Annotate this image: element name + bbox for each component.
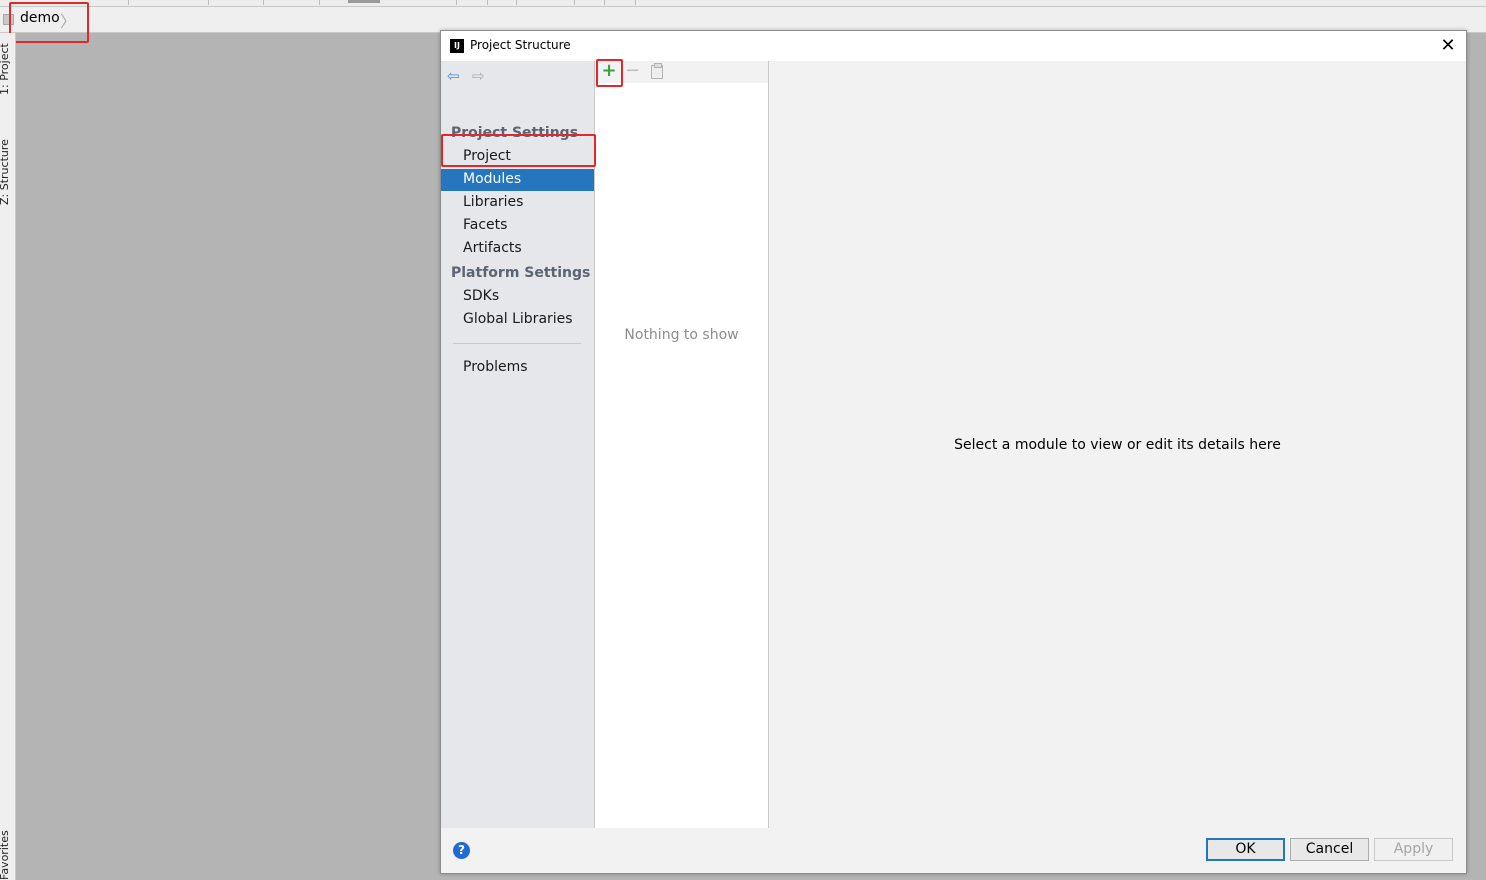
sidebar-item-libraries[interactable]: Libraries [441, 192, 594, 214]
cancel-button[interactable]: Cancel [1290, 838, 1369, 861]
toolbar-separator [604, 0, 605, 5]
copy-icon[interactable] [651, 63, 663, 79]
toolbar-separator [319, 0, 320, 5]
module-list-toolbar: + − [595, 61, 768, 83]
arrow-left-icon[interactable]: ⇦ [447, 67, 460, 85]
toolbar-separator [635, 0, 636, 5]
dialog-title: Project Structure [470, 38, 571, 52]
platform-settings-header: Platform Settings [451, 265, 591, 281]
top-toolbar [0, 0, 1486, 7]
toolbar-separator [487, 0, 488, 5]
chevron-right-icon: 〉 [60, 12, 77, 31]
folder-icon [3, 14, 14, 25]
sidebar-divider [453, 343, 581, 344]
remove-icon[interactable]: − [625, 62, 640, 80]
breadcrumb-demo[interactable]: demo [20, 10, 60, 26]
ok-button[interactable]: OK [1206, 838, 1285, 861]
sidebar-item-artifacts[interactable]: Artifacts [441, 238, 594, 260]
project-tool-tab[interactable]: 1: Project [0, 43, 11, 95]
arrow-right-icon[interactable]: ⇨ [472, 67, 485, 85]
sidebar-item-problems[interactable]: Problems [441, 357, 594, 379]
apply-button[interactable]: Apply [1374, 838, 1453, 861]
detail-placeholder-text: Select a module to view or edit its deta… [954, 437, 1281, 453]
empty-list-text: Nothing to show [624, 327, 739, 343]
toolbar-tab[interactable] [348, 0, 380, 3]
dialog-titlebar: IJ Project Structure ✕ [441, 31, 1466, 61]
sidebar-item-sdks[interactable]: SDKs [441, 286, 594, 308]
sidebar-item-global-libraries[interactable]: Global Libraries [441, 309, 594, 331]
sidebar-item-project[interactable]: Project [441, 146, 594, 168]
add-icon[interactable]: + [601, 62, 617, 80]
module-list-panel: + − Nothing to show [595, 61, 769, 828]
close-button[interactable]: ✕ [1438, 36, 1458, 56]
toolbar-separator [208, 0, 209, 5]
toolbar-separator [456, 0, 457, 5]
toolbar-separator [574, 0, 575, 5]
favorites-tool-tab[interactable]: Favorites [0, 830, 11, 880]
module-detail-panel: Select a module to view or edit its deta… [769, 61, 1466, 828]
toolbar-separator [516, 0, 517, 5]
help-icon[interactable]: ? [453, 842, 470, 859]
left-tool-strip: 1: Project Z: Structure Favorites [0, 33, 16, 880]
toolbar-separator [263, 0, 264, 5]
intellij-icon: IJ [450, 39, 464, 53]
settings-sidebar: ⇦ ⇨ Project Settings Project Modules Lib… [441, 61, 595, 828]
project-settings-header: Project Settings [451, 125, 579, 141]
project-structure-dialog: IJ Project Structure ✕ ⇦ ⇨ Project Setti… [440, 30, 1467, 874]
toolbar-separator [128, 0, 129, 5]
sidebar-item-modules[interactable]: Modules [441, 169, 594, 191]
structure-tool-tab[interactable]: Z: Structure [0, 139, 11, 205]
sidebar-item-facets[interactable]: Facets [441, 215, 594, 237]
